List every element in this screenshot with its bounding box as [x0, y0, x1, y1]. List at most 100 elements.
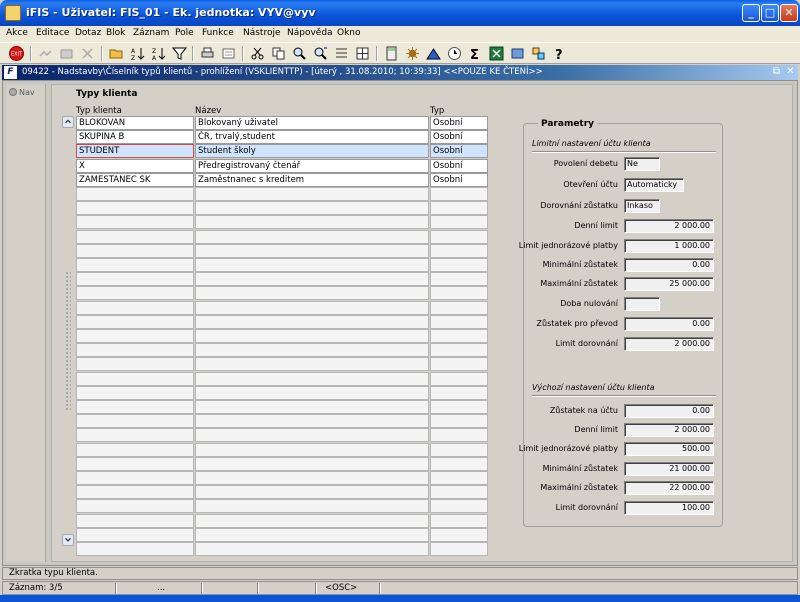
cell-client-type[interactable]	[76, 201, 194, 216]
default-field[interactable]: 2 000.00	[624, 423, 714, 437]
cell-type[interactable]	[430, 456, 488, 471]
limit-field[interactable]: 2 000.00	[624, 219, 714, 233]
table-row[interactable]	[76, 272, 492, 287]
nav-button[interactable]: Nav	[9, 88, 43, 100]
table-row[interactable]: X Předregistrovaný čtenář Osobní	[76, 158, 492, 173]
exit-icon[interactable]: EXIT	[9, 46, 24, 61]
cell-client-type[interactable]	[76, 442, 194, 457]
limit-field[interactable]: 0.00	[624, 258, 714, 272]
cell-client-type[interactable]	[76, 485, 194, 500]
table-row[interactable]	[76, 471, 492, 485]
cell-client-type[interactable]	[76, 357, 194, 372]
menu-blok[interactable]: Blok	[106, 28, 125, 38]
cell-name[interactable]: Student školy	[195, 144, 429, 159]
excel-icon[interactable]	[489, 46, 504, 61]
cell-client-type[interactable]	[76, 329, 194, 343]
menu-pole[interactable]: Pole	[175, 28, 194, 38]
cell-type[interactable]	[430, 357, 488, 372]
cell-type[interactable]	[430, 414, 488, 429]
printer-icon[interactable]	[200, 46, 215, 61]
insert-row-icon[interactable]	[334, 46, 349, 61]
cell-type[interactable]	[430, 300, 488, 315]
cell-type[interactable]	[430, 442, 488, 457]
cell-type[interactable]	[430, 400, 488, 414]
sort-asc-icon[interactable]: AZ	[130, 46, 145, 61]
scroll-down-button[interactable]	[62, 534, 74, 546]
table-row[interactable]	[76, 400, 492, 414]
cell-type[interactable]	[430, 513, 488, 528]
cell-type[interactable]	[430, 201, 488, 216]
cell-client-type[interactable]	[76, 456, 194, 471]
menu-editace[interactable]: Editace	[36, 28, 69, 38]
clock-icon[interactable]	[447, 46, 462, 61]
cell-type[interactable]	[430, 258, 488, 272]
limit-field[interactable]: Inkaso	[624, 199, 660, 213]
cell-type[interactable]	[430, 215, 488, 230]
cell-client-type[interactable]: STUDENT	[76, 144, 194, 159]
cell-name[interactable]	[195, 414, 429, 429]
cell-client-type[interactable]	[76, 542, 194, 556]
table-row[interactable]	[76, 343, 492, 358]
cell-client-type[interactable]	[76, 286, 194, 301]
form-title-bar[interactable]: F 09422 - Nadstavby\Číselník typů klient…	[2, 65, 798, 80]
default-field[interactable]: 500.00	[624, 442, 714, 456]
limit-field[interactable]: Automaticky	[624, 178, 684, 192]
cell-client-type[interactable]	[76, 343, 194, 358]
filter-icon[interactable]	[172, 46, 187, 61]
cell-type[interactable]	[430, 272, 488, 287]
settings-icon[interactable]	[405, 46, 420, 61]
cell-name[interactable]: Zaměstnanec s kreditem	[195, 172, 429, 187]
cell-name[interactable]	[195, 272, 429, 287]
table-row[interactable]	[76, 513, 492, 528]
table-row[interactable]	[76, 442, 492, 457]
table-row[interactable]	[76, 329, 492, 343]
maximize-button[interactable]: □	[761, 4, 779, 22]
limit-field[interactable]: 1 000.00	[624, 239, 714, 253]
cell-client-type[interactable]	[76, 499, 194, 514]
table-row[interactable]	[76, 286, 492, 301]
cell-name[interactable]	[195, 400, 429, 414]
chart-icon[interactable]	[426, 46, 441, 61]
menu-dotaz[interactable]: Dotaz	[75, 28, 101, 38]
cell-name[interactable]: Předregistrovaný čtenář	[195, 158, 429, 173]
table-row[interactable]	[76, 485, 492, 500]
cell-client-type[interactable]	[76, 187, 194, 201]
cell-name[interactable]	[195, 300, 429, 315]
cell-type[interactable]	[430, 471, 488, 485]
cell-type[interactable]	[430, 229, 488, 244]
cell-name[interactable]	[195, 471, 429, 485]
print-setup-icon[interactable]	[221, 46, 236, 61]
limit-field[interactable]: Ne	[624, 157, 660, 171]
cell-client-type[interactable]: BLOKOVAN	[76, 116, 194, 130]
cell-client-type[interactable]: X	[76, 158, 194, 173]
cell-type[interactable]: Osobní	[430, 130, 488, 145]
links-icon[interactable]	[531, 46, 546, 61]
cell-type[interactable]	[430, 542, 488, 556]
cell-client-type[interactable]	[76, 215, 194, 230]
cell-type[interactable]: Osobní	[430, 172, 488, 187]
cell-name[interactable]	[195, 286, 429, 301]
cell-name[interactable]	[195, 385, 429, 400]
cell-client-type[interactable]	[76, 400, 194, 414]
copy-icon[interactable]	[271, 46, 286, 61]
cell-name[interactable]	[195, 485, 429, 500]
find-replace-icon[interactable]	[313, 46, 328, 61]
table-row[interactable]	[76, 215, 492, 230]
cell-name[interactable]	[195, 314, 429, 329]
cell-type[interactable]	[430, 314, 488, 329]
cell-name[interactable]	[195, 329, 429, 343]
cell-type[interactable]	[430, 371, 488, 386]
cell-client-type[interactable]: ZAMESTANEC SK	[76, 172, 194, 187]
cell-client-type[interactable]	[76, 258, 194, 272]
delete-icon[interactable]	[80, 46, 95, 61]
table-row[interactable]	[76, 357, 492, 372]
scroll-up-button[interactable]	[62, 116, 74, 128]
cell-type[interactable]	[430, 485, 488, 500]
table-row[interactable]	[76, 499, 492, 514]
cell-name[interactable]	[195, 229, 429, 244]
cell-client-type[interactable]	[76, 471, 194, 485]
cell-name[interactable]	[195, 513, 429, 528]
cell-client-type[interactable]	[76, 385, 194, 400]
cut-icon[interactable]	[250, 46, 265, 61]
cell-client-type[interactable]	[76, 229, 194, 244]
